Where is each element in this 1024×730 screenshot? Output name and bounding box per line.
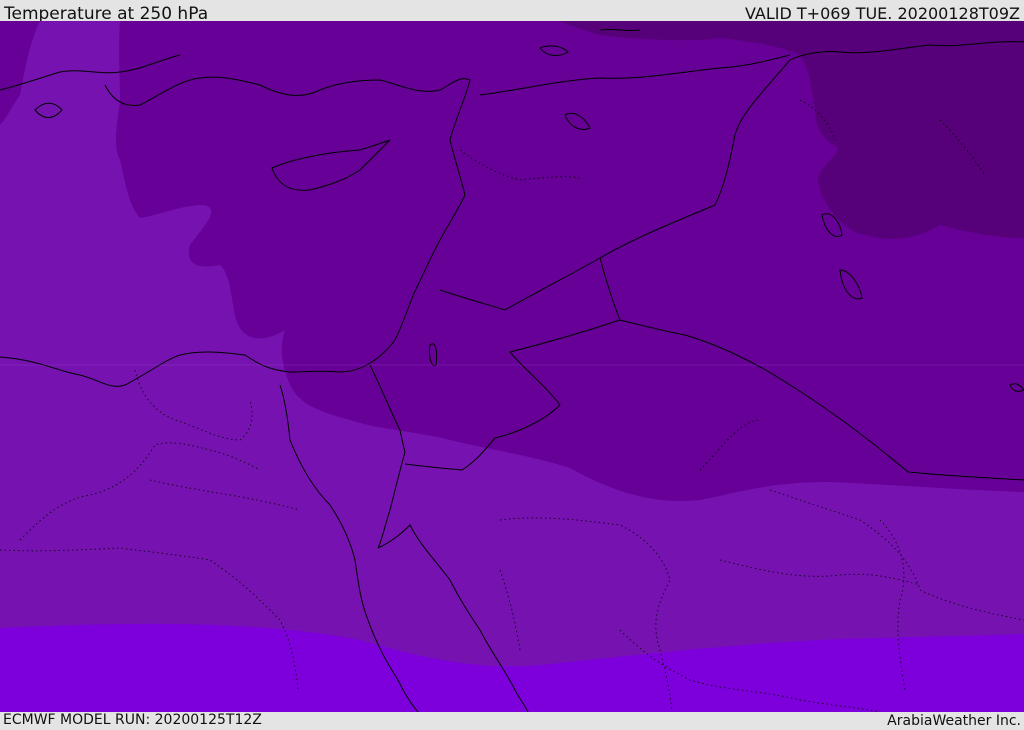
model-run: ECMWF MODEL RUN: 20200125T12Z	[3, 712, 262, 728]
temperature-map	[0, 21, 1024, 712]
credit: ArabiaWeather Inc.	[887, 713, 1021, 729]
